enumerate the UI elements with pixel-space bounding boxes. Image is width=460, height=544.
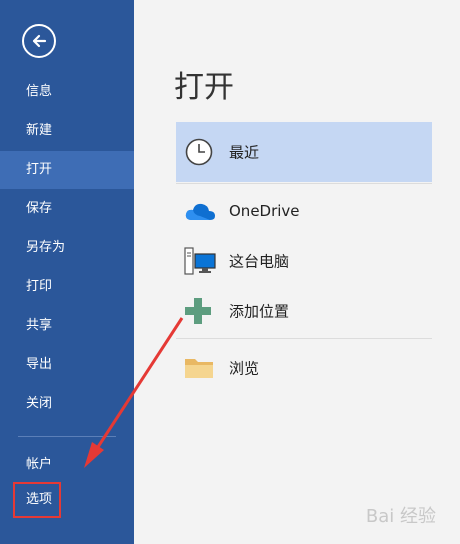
sidebar-item-open[interactable]: 打开 xyxy=(0,151,134,189)
computer-icon xyxy=(184,247,216,275)
location-add-place[interactable]: 添加位置 xyxy=(176,288,432,334)
divider xyxy=(176,338,432,339)
location-label: 添加位置 xyxy=(229,302,290,321)
location-label: 浏览 xyxy=(229,359,260,378)
sidebar-item-export[interactable]: 导出 xyxy=(0,346,134,384)
back-arrow-icon xyxy=(32,34,47,48)
sidebar-item-save[interactable]: 保存 xyxy=(0,190,134,228)
location-label: 这台电脑 xyxy=(229,252,290,271)
watermark: Bai 经验 xyxy=(365,506,436,527)
options-highlight-box xyxy=(13,482,61,518)
folder-icon xyxy=(185,359,213,378)
plus-icon xyxy=(185,298,211,324)
location-label: OneDrive xyxy=(229,202,300,220)
open-pane: 打开 最近 OneDrive 这台电脑 添加位置 浏览 Bai 经验 xyxy=(134,0,460,544)
sidebar-item-save-as[interactable]: 另存为 xyxy=(0,229,134,267)
location-recent[interactable]: 最近 xyxy=(176,122,432,182)
back-button[interactable] xyxy=(22,24,56,58)
sidebar-item-print[interactable]: 打印 xyxy=(0,268,134,306)
location-onedrive[interactable]: OneDrive xyxy=(176,188,432,234)
sidebar-item-info[interactable]: 信息 xyxy=(0,73,134,111)
sidebar-item-account[interactable]: 帐户 xyxy=(0,446,134,484)
sidebar-item-share[interactable]: 共享 xyxy=(0,307,134,345)
divider xyxy=(176,183,432,184)
sidebar-divider xyxy=(18,436,116,437)
sidebar-item-new[interactable]: 新建 xyxy=(0,112,134,150)
location-browse[interactable]: 浏览 xyxy=(176,345,432,391)
location-this-pc[interactable]: 这台电脑 xyxy=(176,238,432,284)
backstage-sidebar: 信息 新建 打开 保存 另存为 打印 共享 导出 关闭 帐户 选项 xyxy=(0,0,134,544)
sidebar-item-close[interactable]: 关闭 xyxy=(0,385,134,423)
location-label: 最近 xyxy=(229,143,260,162)
clock-icon xyxy=(185,138,213,166)
cloud-icon xyxy=(185,203,215,220)
page-title: 打开 xyxy=(174,70,234,105)
